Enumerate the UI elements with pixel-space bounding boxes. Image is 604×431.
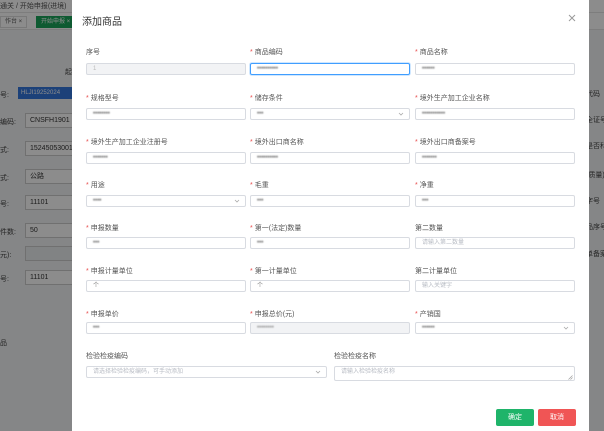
origin-country-select[interactable]: •••••• — [415, 322, 575, 334]
label-second-unit: 第二计量单位 — [415, 268, 457, 275]
product-name-input[interactable]: •••••• — [415, 63, 575, 75]
spec-model-input[interactable]: •••••••• — [86, 108, 246, 120]
declared-quantity-input[interactable]: ••• — [86, 237, 246, 249]
label-overseas-exporter-name: * 境外出口商名称 — [250, 139, 304, 146]
add-product-dialog: 添加商品 序号 1 * 商品编码 •••••••••• * 商品名称 •••••• … — [72, 0, 589, 431]
chevron-down-icon — [563, 325, 569, 331]
net-weight-input[interactable]: ••• — [415, 195, 575, 207]
label-declared-total-price: * 申报总价(元) — [250, 311, 295, 318]
resize-handle-icon[interactable] — [568, 374, 573, 380]
label-first-unit: * 第一计量单位 — [250, 268, 297, 275]
label-storage-condition: * 储存条件 — [250, 95, 283, 102]
first-unit-input[interactable]: 个 — [250, 280, 410, 292]
label-inspection-code: 检验检疫编码 — [86, 353, 128, 360]
label-overseas-producer-reg: * 境外生产加工企业注册号 — [86, 139, 168, 146]
first-legal-quantity-input[interactable]: ••• — [250, 237, 410, 249]
label-net-weight: * 净重 — [415, 182, 434, 189]
overseas-exporter-name-input[interactable]: •••••••••• — [250, 152, 410, 164]
inspection-code-select[interactable]: 请选择检验检疫编码，可手动添加 — [86, 366, 327, 378]
second-quantity-input[interactable]: 请输入第二数量 — [415, 237, 575, 249]
purpose-select[interactable]: •••• — [86, 195, 246, 207]
chevron-down-icon — [398, 111, 404, 117]
label-overseas-producer-name: * 境外生产加工企业名称 — [415, 95, 490, 102]
label-declared-unit-price: * 申报单价 — [86, 311, 119, 318]
label-spec-model: * 规格型号 — [86, 95, 119, 102]
label-second-quantity: 第二数量 — [415, 225, 443, 232]
chevron-down-icon — [234, 198, 240, 204]
close-icon[interactable] — [566, 12, 578, 24]
product-code-input[interactable]: •••••••••• — [250, 63, 410, 75]
cancel-button[interactable]: 取消 — [538, 409, 576, 426]
serial-number-input[interactable]: 1 — [86, 63, 246, 75]
gross-weight-input[interactable]: ••• — [250, 195, 410, 207]
label-serial-number: 序号 — [86, 49, 100, 56]
label-gross-weight: * 毛重 — [250, 182, 269, 189]
label-origin-country: * 产销国 — [415, 311, 441, 318]
label-declared-quantity: * 申报数量 — [86, 225, 119, 232]
overseas-exporter-record-input[interactable]: ••••••• — [415, 152, 575, 164]
label-declared-unit: * 申报计量单位 — [86, 268, 133, 275]
second-unit-input[interactable]: 输入关键字 — [415, 280, 575, 292]
label-first-legal-quantity: * 第一(法定)数量 — [250, 225, 302, 232]
label-purpose: * 用途 — [86, 182, 105, 189]
label-product-name: * 商品名称 — [415, 49, 448, 56]
confirm-button[interactable]: 确定 — [496, 409, 534, 426]
label-overseas-exporter-record: * 境外出口商备案号 — [415, 139, 476, 146]
dialog-title: 添加商品 — [82, 17, 122, 28]
chevron-down-icon — [315, 369, 321, 375]
declared-unit-price-input[interactable]: ••• — [86, 322, 246, 334]
inspection-name-textarea[interactable]: 请输入检验检疫名称 — [334, 366, 575, 381]
overseas-producer-reg-input[interactable]: ••••••• — [86, 152, 246, 164]
declared-total-price-input[interactable]: •••••••• — [250, 322, 410, 334]
declared-unit-input[interactable]: 个 — [86, 280, 246, 292]
storage-condition-select[interactable]: ••• — [250, 108, 410, 120]
label-product-code: * 商品编码 — [250, 49, 283, 56]
overseas-producer-name-input[interactable]: ••••••••••• — [415, 108, 575, 120]
label-inspection-name: 检验检疫名称 — [334, 353, 376, 360]
